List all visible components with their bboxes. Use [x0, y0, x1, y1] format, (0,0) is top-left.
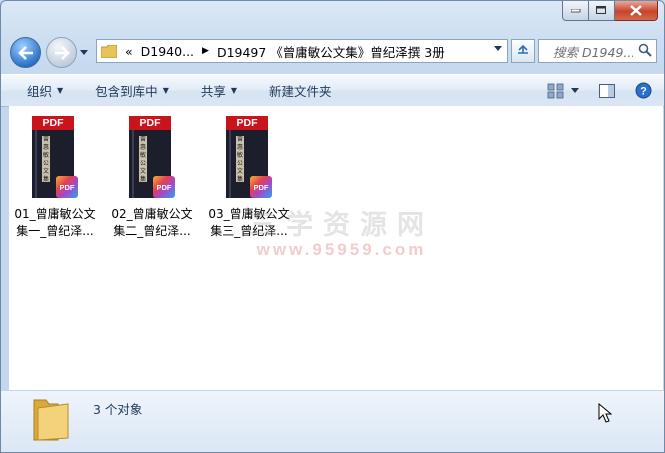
pdf-thumbnail: PDF 曾惠敏公文集 PDF — [32, 116, 78, 198]
file-list-pane[interactable]: PDF 曾惠敏公文集 PDF 01_曾庸敏公文集一_曾纪泽... PDF 曾惠敏… — [9, 106, 663, 390]
cover-title: 曾惠敏公文集 — [42, 136, 50, 182]
file-name[interactable]: 03_曾庸敏公文集三_曾纪泽... — [203, 206, 295, 240]
address-overflow[interactable]: « — [125, 44, 133, 59]
explorer-window: « D1940... ▶ D19497 《曾庸敏公文集》曾纪泽撰 3册 搜索 D… — [0, 0, 665, 453]
refresh-button[interactable] — [511, 39, 535, 63]
recent-pages-button[interactable] — [79, 47, 89, 57]
pdf-badge-icon: PDF — [250, 176, 272, 198]
chevron-down-icon — [80, 49, 88, 55]
minimize-button[interactable] — [562, 1, 589, 21]
details-pane: 3 个对象 — [1, 390, 664, 452]
cover-title: 曾惠敏公文集 — [139, 136, 147, 182]
chevron-down-icon: ▼ — [230, 86, 238, 95]
file-name[interactable]: 01_曾庸敏公文集一_曾纪泽... — [9, 206, 101, 240]
chevron-down-icon: ▼ — [162, 86, 169, 95]
caption-buttons — [562, 1, 658, 21]
close-icon — [630, 5, 642, 16]
watermark-url: www.95959.com — [256, 240, 427, 259]
close-button[interactable] — [615, 1, 658, 21]
back-arrow-icon — [17, 45, 33, 60]
new-folder-button[interactable]: 新建文件夹 — [269, 81, 332, 100]
maximize-icon — [596, 6, 606, 14]
organize-menu[interactable]: 组织 ▼ — [27, 81, 63, 100]
help-icon: ? — [635, 82, 652, 99]
view-grid-icon — [547, 83, 564, 98]
pdf-header-label: PDF — [226, 116, 268, 130]
breadcrumb-separator-icon[interactable]: ▶ — [202, 46, 209, 56]
view-controls: ? — [547, 75, 664, 106]
include-in-library-menu[interactable]: 包含到库中 ▼ — [95, 81, 169, 100]
cover-title: 曾惠敏公文集 — [236, 136, 244, 182]
pdf-header-label: PDF — [32, 116, 74, 130]
organize-label: 组织 — [27, 84, 53, 99]
minimize-icon — [570, 8, 580, 12]
navigation-bar: « D1940... ▶ D19497 《曾庸敏公文集》曾纪泽撰 3册 搜索 D… — [1, 33, 664, 68]
folder-icon — [33, 399, 69, 441]
file-item[interactable]: PDF 曾惠敏公文集 PDF 03_曾庸敏公文集三_曾纪泽... — [203, 116, 295, 240]
search-icon[interactable] — [638, 43, 652, 57]
preview-pane-button[interactable] — [599, 83, 615, 98]
chevron-down-icon — [571, 88, 579, 93]
file-item[interactable]: PDF 曾惠敏公文集 PDF 01_曾庸敏公文集一_曾纪泽... — [9, 116, 101, 240]
file-item[interactable]: PDF 曾惠敏公文集 PDF 02_曾庸敏公文集二_曾纪泽... — [106, 116, 198, 240]
pdf-thumbnail: PDF 曾惠敏公文集 PDF — [129, 116, 175, 198]
folder-icon — [101, 44, 117, 58]
pdf-header-label: PDF — [129, 116, 171, 130]
file-name[interactable]: 02_曾庸敏公文集二_曾纪泽... — [106, 206, 198, 240]
share-label: 共享 — [200, 84, 226, 99]
item-count: 3 个对象 — [93, 402, 143, 417]
mouse-cursor-icon — [598, 403, 612, 423]
pdf-badge-icon: PDF — [153, 176, 175, 198]
maximize-button[interactable] — [589, 1, 615, 21]
svg-text:?: ? — [640, 86, 647, 98]
help-button[interactable]: ? — [635, 82, 652, 99]
book-spine — [35, 130, 37, 198]
address-dropdown-icon[interactable] — [494, 46, 502, 51]
include-in-library-label: 包含到库中 — [95, 84, 158, 99]
pdf-thumbnail: PDF 曾惠敏公文集 PDF — [226, 116, 272, 198]
book-spine — [132, 130, 134, 198]
forward-button[interactable] — [46, 37, 77, 68]
book-spine — [229, 130, 231, 198]
change-view-button[interactable] — [547, 83, 565, 99]
address-bar[interactable]: « D1940... ▶ D19497 《曾庸敏公文集》曾纪泽撰 3册 — [96, 39, 508, 63]
command-bar: 组织 ▼ 包含到库中 ▼ 共享 ▼ 新建文件夹 ? — [1, 74, 664, 107]
view-options-dropdown[interactable] — [571, 88, 579, 93]
breadcrumb-item-current[interactable]: D19497 《曾庸敏公文集》曾纪泽撰 3册 — [217, 42, 445, 61]
search-input[interactable]: 搜索 D1949... — [553, 42, 633, 61]
pdf-badge-icon: PDF — [56, 176, 78, 198]
preview-pane-icon — [599, 83, 615, 98]
breadcrumb-item-parent[interactable]: D1940... — [141, 44, 194, 59]
share-menu[interactable]: 共享 ▼ — [201, 81, 237, 100]
new-folder-label: 新建文件夹 — [269, 84, 332, 99]
search-box[interactable]: 搜索 D1949... — [538, 39, 657, 63]
chevron-down-icon: ▼ — [57, 86, 64, 95]
back-button[interactable] — [10, 37, 41, 68]
forward-arrow-icon — [54, 45, 70, 60]
refresh-icon — [518, 44, 528, 54]
